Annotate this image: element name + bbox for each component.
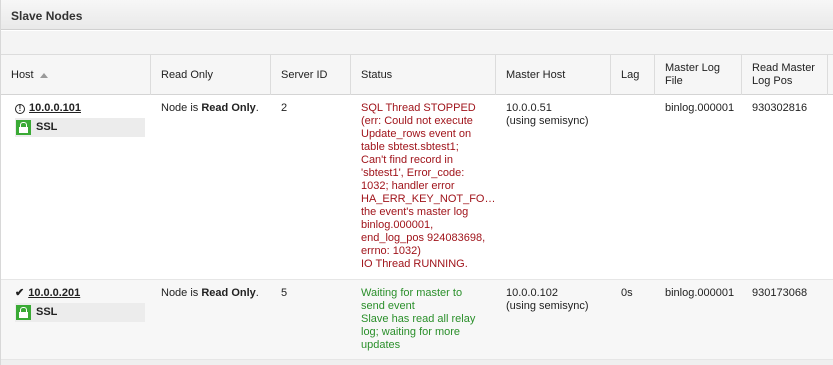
slave-nodes-panel: Slave Nodes Host Read Only Server ID Sta… (0, 0, 833, 365)
read-only-suffix: . (255, 102, 259, 114)
master-log-file-cell: binlog.000001 (665, 102, 735, 114)
column-read-master-log-pos-label: Read Master Log Pos (752, 62, 815, 87)
panel-title: Slave Nodes (1, 0, 833, 30)
master-host-cell: 10.0.0.102 (using semisync) (506, 287, 589, 312)
sort-ascending-icon[interactable] (39, 72, 48, 78)
ssl-label: SSL (36, 121, 58, 133)
read-only-prefix: Node is (161, 287, 202, 299)
read-only-cell: Node is Read Only. (161, 102, 259, 115)
master-host-cell: 10.0.0.51 (using semisync) (506, 102, 589, 127)
column-host-label: Host (11, 68, 34, 81)
ssl-badge: SSL (15, 118, 145, 137)
column-read-only-label: Read Only (161, 68, 213, 81)
column-master-log-file[interactable]: Master Log File (655, 55, 742, 95)
column-lag-label: Lag (621, 68, 640, 81)
column-status[interactable]: Status (351, 55, 496, 95)
read-only-suffix: . (255, 287, 259, 299)
master-log-file-cell: binlog.000001 (665, 287, 735, 299)
checkmark-icon: ✔ (15, 287, 25, 299)
column-master-host-label: Master Host (506, 68, 566, 81)
host-link[interactable]: 10.0.0.101 (29, 102, 81, 115)
lock-icon (16, 120, 31, 135)
server-id-cell: 5 (281, 287, 288, 299)
column-master-log-file-label: Master Log File (665, 62, 721, 87)
server-id-cell: 2 (281, 102, 288, 114)
lock-icon (16, 305, 31, 320)
panel-toolbar (1, 31, 833, 55)
host-link[interactable]: 10.0.0.201 (28, 287, 80, 300)
read-only-value: Read Only (201, 287, 256, 299)
column-host[interactable]: Host (1, 55, 151, 95)
ssl-badge: SSL (15, 303, 145, 322)
table-header: Host Read Only Server ID Status Master H… (1, 55, 833, 95)
read-master-log-pos-cell: 930302816 (752, 102, 808, 114)
column-master-host[interactable]: Master Host (496, 55, 611, 95)
ssl-label: SSL (36, 306, 58, 318)
column-read-only[interactable]: Read Only (151, 55, 271, 95)
column-status-label: Status (361, 68, 393, 81)
host-cell: ✔ 10.0.0.201 SSL (15, 287, 145, 322)
column-server-id[interactable]: Server ID (271, 55, 351, 95)
lag-cell: 0s (621, 287, 633, 299)
table-row: ! 10.0.0.101 SSL Node is Read Only. 2 SQ… (1, 95, 833, 280)
column-lag[interactable]: Lag (611, 55, 655, 95)
column-server-id-label: Server ID (281, 68, 328, 81)
table-row: ✔ 10.0.0.201 SSL Node is Read Only. 5 Wa… (1, 280, 833, 360)
status-cell: SQL Thread STOPPED (err: Could not execu… (361, 102, 496, 270)
read-only-cell: Node is Read Only. (161, 287, 259, 300)
table-footer (1, 360, 833, 365)
read-only-value: Read Only (201, 102, 256, 114)
read-only-prefix: Node is (161, 102, 202, 114)
warning-circle-icon: ! (15, 103, 25, 114)
host-cell: ! 10.0.0.101 SSL (15, 102, 145, 137)
status-cell: Waiting for master to send event Slave h… (361, 287, 476, 351)
read-master-log-pos-cell: 930173068 (752, 287, 808, 299)
column-read-master-log-pos[interactable]: Read Master Log Pos (742, 55, 828, 95)
